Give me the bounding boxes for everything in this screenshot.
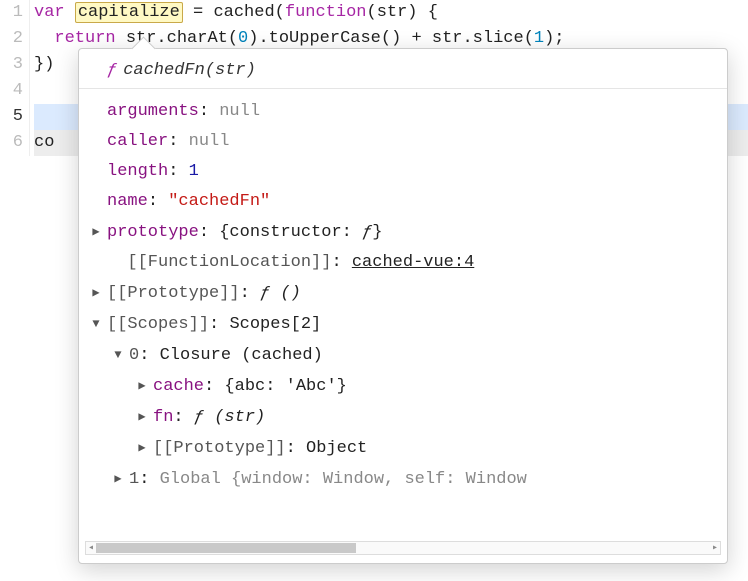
expand-down-icon[interactable]: ▼ bbox=[111, 340, 125, 370]
prop-row[interactable]: length: 1 bbox=[83, 157, 723, 187]
prop-row-expandable[interactable]: ▶prototype: {constructor: ƒ} bbox=[83, 217, 723, 248]
hover-target[interactable]: capitalize bbox=[75, 2, 183, 23]
line-number-active: 5 bbox=[0, 104, 23, 130]
line-number: 3 bbox=[0, 52, 23, 78]
expand-right-icon[interactable]: ▶ bbox=[135, 402, 149, 432]
line-number: 6 bbox=[0, 130, 23, 156]
prop-row[interactable]: name: "cachedFn" bbox=[83, 187, 723, 217]
source-link[interactable]: cached-vue:4 bbox=[352, 253, 474, 272]
scroll-right-icon[interactable]: ▸ bbox=[710, 542, 720, 554]
tooltip-body[interactable]: arguments: null caller: null length: 1 n… bbox=[79, 89, 727, 537]
scope-row-expanded[interactable]: ▼0: Closure (cached) bbox=[83, 340, 723, 371]
expand-down-icon[interactable]: ▼ bbox=[89, 309, 103, 339]
expand-right-icon[interactable]: ▶ bbox=[135, 433, 149, 463]
expand-right-icon[interactable]: ▶ bbox=[135, 371, 149, 401]
prop-row-expandable[interactable]: ▶[[Prototype]]: ƒ () bbox=[83, 278, 723, 309]
tooltip-header: ƒcachedFn(str) bbox=[79, 59, 727, 89]
scrollbar-thumb[interactable] bbox=[96, 543, 356, 553]
scroll-left-icon[interactable]: ◂ bbox=[86, 542, 96, 554]
prop-row[interactable]: caller: null bbox=[83, 127, 723, 157]
function-icon: ƒ bbox=[107, 61, 117, 80]
expand-right-icon[interactable]: ▶ bbox=[111, 464, 125, 494]
horizontal-scrollbar[interactable]: ◂ ▸ bbox=[85, 541, 721, 555]
prop-row[interactable]: [[FunctionLocation]]: cached-vue:4 bbox=[83, 248, 723, 278]
expand-right-icon[interactable]: ▶ bbox=[89, 217, 103, 247]
line-number: 2 bbox=[0, 26, 23, 52]
prop-row-expanded[interactable]: ▼[[Scopes]]: Scopes[2] bbox=[83, 309, 723, 340]
prop-row[interactable]: arguments: null bbox=[83, 97, 723, 127]
scope-prop-row[interactable]: ▶[[Prototype]]: Object bbox=[83, 433, 723, 464]
expand-right-icon[interactable]: ▶ bbox=[89, 278, 103, 308]
hover-tooltip: ƒcachedFn(str) arguments: null caller: n… bbox=[78, 48, 728, 564]
scope-prop-row[interactable]: ▶fn: ƒ (str) bbox=[83, 402, 723, 433]
scope-prop-row[interactable]: ▶cache: {abc: 'Abc'} bbox=[83, 371, 723, 402]
scope-row-expandable[interactable]: ▶1: Global {window: Window, self: Window bbox=[83, 464, 723, 495]
code-line: var capitalize = cached(function(str) { bbox=[34, 0, 748, 26]
line-number: 4 bbox=[0, 78, 23, 104]
line-number: 1 bbox=[0, 0, 23, 26]
line-gutter: 1 2 3 4 5 6 bbox=[0, 0, 30, 156]
